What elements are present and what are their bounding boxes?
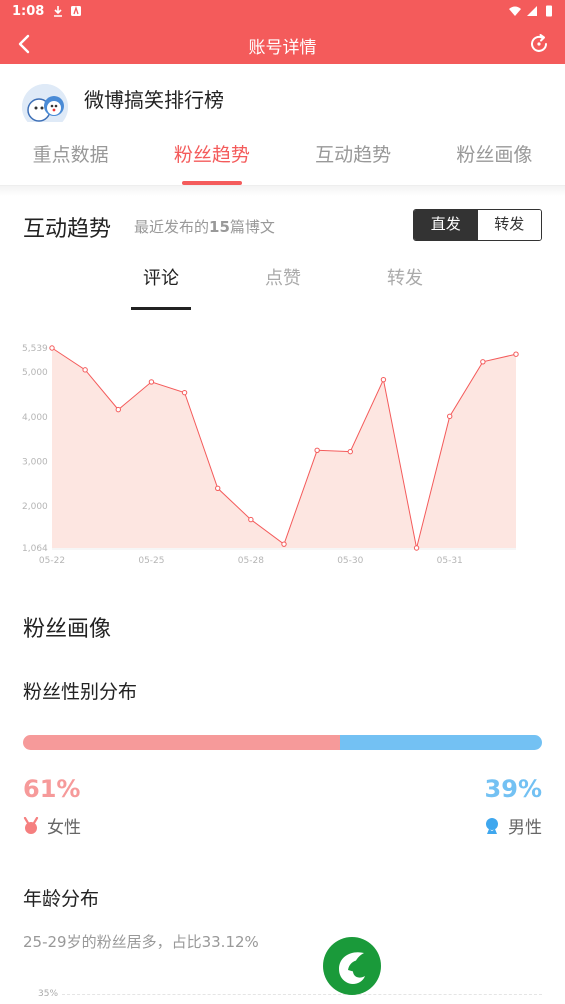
subtitle-prefix: 最近发布的 — [134, 218, 210, 236]
gender-title: 粉丝性别分布 — [23, 681, 138, 703]
female-percentage: 61% — [23, 775, 81, 803]
x-tick-label: 05-31 — [437, 556, 463, 566]
status-right-icons — [509, 5, 555, 17]
active-sub-tab-indicator — [131, 307, 191, 310]
male-label: 男性 — [508, 818, 542, 838]
battery-icon — [546, 5, 552, 17]
male-icon — [486, 817, 498, 834]
data-point[interactable] — [380, 376, 387, 383]
wifi-icon — [509, 6, 521, 16]
y-tick-label: 2,000 — [22, 502, 48, 512]
data-point[interactable] — [447, 413, 453, 420]
section-title-interaction: 互动趋势 — [23, 217, 112, 242]
data-point[interactable] — [181, 389, 188, 396]
tab-interaction-trend[interactable]: 互动趋势 — [283, 122, 424, 185]
subtitle-suffix: 篇博文 — [229, 218, 275, 236]
sub-tab-likes[interactable]: 点赞 — [222, 260, 344, 310]
age-gridline — [62, 994, 542, 995]
gender-male-fill — [339, 735, 542, 750]
main-tabs: 重点数据 粉丝趋势 互动趋势 粉丝画像 — [0, 122, 565, 186]
data-point[interactable] — [347, 448, 353, 455]
metric-tabs: 评论 点赞 转发 — [100, 260, 466, 310]
female-legend: 女性 — [23, 813, 81, 838]
title-bar: 账号详情 — [0, 24, 565, 64]
app-notification-icon — [71, 5, 81, 16]
data-point[interactable] — [281, 541, 287, 547]
signal-icon — [527, 6, 537, 16]
chart-svg: 1,064 2,000 3,000 4,000 5,000 5,539 05-22 05-25… — [22, 344, 519, 566]
sub-tab-reposts[interactable]: 转发 — [344, 260, 466, 310]
status-left-icons — [52, 5, 82, 17]
post-type-toggle: 直发 转发 — [413, 209, 542, 241]
page-title: 账号详情 — [248, 38, 317, 58]
data-point[interactable] — [513, 351, 519, 357]
data-point[interactable] — [480, 359, 486, 365]
data-point[interactable] — [49, 345, 55, 351]
age-summary: 25-29岁的粉丝居多，占比33.12% — [23, 933, 259, 951]
data-point[interactable] — [413, 545, 420, 551]
male-percentage: 39% — [484, 775, 542, 803]
download-icon — [54, 6, 62, 17]
floating-leaf-logo-icon[interactable] — [322, 936, 382, 996]
data-point[interactable] — [148, 379, 155, 385]
data-point[interactable] — [248, 516, 254, 523]
sub-tab-label: 转发 — [387, 268, 423, 289]
tab-label: 粉丝趋势 — [173, 144, 250, 166]
tab-fan-trend[interactable]: 粉丝趋势 — [141, 122, 282, 185]
area-fill — [52, 348, 516, 548]
female-label: 女性 — [47, 818, 81, 838]
section-subtitle: 最近发布的15篇博文 — [134, 216, 275, 237]
status-bar: 1:08 — [0, 0, 565, 24]
tab-label: 粉丝画像 — [456, 144, 533, 166]
sub-tab-label: 点赞 — [265, 268, 301, 289]
gender-female-fill — [23, 735, 340, 750]
subtitle-count: 15 — [209, 218, 230, 236]
female-icon — [23, 816, 39, 834]
x-tick-label: 05-30 — [337, 556, 363, 566]
data-point[interactable] — [115, 406, 121, 413]
toggle-original-button[interactable]: 直发 — [414, 210, 478, 240]
data-point[interactable] — [314, 447, 320, 454]
tab-label: 互动趋势 — [315, 144, 392, 166]
sub-tab-comments[interactable]: 评论 — [100, 260, 222, 310]
tab-key-data[interactable]: 重点数据 — [0, 122, 141, 185]
account-name: 微博搞笑排行榜 — [84, 88, 224, 112]
tab-shadow — [0, 186, 565, 196]
tab-fan-profile[interactable]: 粉丝画像 — [424, 122, 565, 185]
refresh-icon[interactable] — [527, 32, 551, 56]
x-tick-label: 05-28 — [238, 556, 264, 566]
gender-ratio-bar — [23, 735, 542, 750]
y-tick-label: 5,539 — [22, 344, 48, 354]
y-tick-label: 1,064 — [22, 544, 48, 554]
age-title: 年龄分布 — [23, 888, 100, 910]
account-header: 微博搞笑排行榜 — [0, 64, 565, 130]
x-tick-label: 05-25 — [138, 556, 164, 566]
section-title-fan-profile: 粉丝画像 — [23, 617, 112, 642]
data-point[interactable] — [82, 367, 88, 373]
y-tick-label: 3,000 — [22, 457, 48, 467]
male-legend: 男性 — [484, 813, 542, 838]
y-tick-label: 4,000 — [22, 413, 48, 423]
active-tab-indicator — [181, 181, 242, 185]
y-tick-label: 5,000 — [22, 368, 48, 378]
x-tick-label: 05-22 — [39, 556, 65, 566]
status-time: 1:08 — [12, 4, 45, 19]
toggle-repost-button[interactable]: 转发 — [477, 210, 541, 240]
tab-label: 重点数据 — [32, 144, 109, 166]
data-point[interactable] — [215, 485, 221, 491]
sub-tab-label: 评论 — [143, 268, 179, 289]
age-axis-tick: 35% — [38, 989, 59, 999]
comments-trend-chart: 1,064 2,000 3,000 4,000 5,000 5,539 05-22 05-25… — [0, 330, 565, 575]
